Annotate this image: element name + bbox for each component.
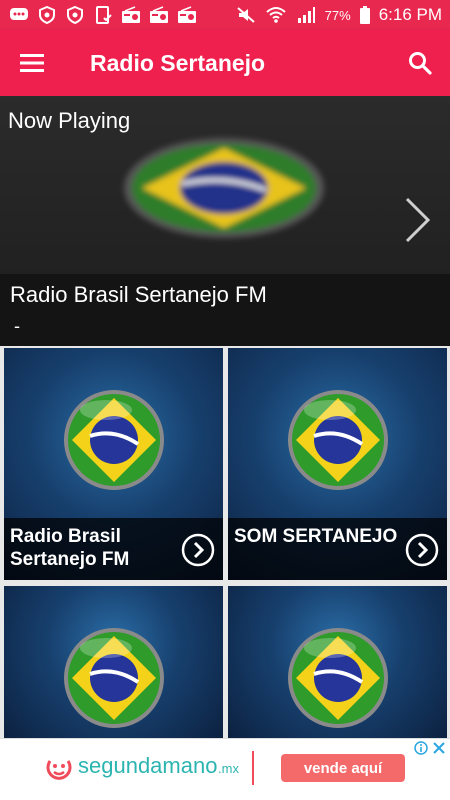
station-card[interactable] [228,586,447,738]
station-name: Radio Brasil Sertanejo FM [10,526,130,570]
menu-button[interactable] [0,30,64,96]
page-title: Radio Sertanejo [90,49,266,76]
brazil-flag-icon [64,628,164,728]
battery-percent: 77% [324,7,351,23]
signal-icon [295,6,317,24]
radio-icon [120,6,142,24]
search-icon [409,52,432,75]
now-playing-info: Radio Brasil Sertanejo FM - [0,274,450,346]
station-grid: Radio Brasil Sertanejo FM SOM SERTANEJO [0,346,450,738]
now-playing-label: Now Playing [8,108,131,133]
chevron-circle-right-icon[interactable] [405,533,439,567]
shield-icon [36,6,58,24]
info-icon[interactable] [414,741,428,755]
station-card-label: SOM SERTANEJO [228,518,447,580]
radio-icon [176,6,198,24]
station-card-label: Radio Brasil Sertanejo FM [4,518,223,580]
system-status: 77% 6:16 PM [235,5,442,25]
battery-icon [359,6,371,24]
clock: 6:16 PM [378,5,442,24]
smiley-logo-icon [46,760,72,780]
notification-icons [8,6,235,24]
chevron-right-icon[interactable] [402,196,432,244]
ad-cta-button[interactable]: vende aquí [281,754,405,782]
shield-icon [64,6,86,24]
station-card[interactable]: SOM SERTANEJO [228,348,447,580]
station-name: SOM SERTANEJO [234,526,398,547]
brazil-flag-icon [64,390,164,490]
close-icon[interactable] [432,741,446,755]
status-bar: 77% 6:16 PM [0,0,450,30]
hamburger-menu-icon [20,54,44,72]
now-playing-panel[interactable]: Now Playing Radio Brasil Sertanejo FM - [0,96,450,346]
station-card[interactable]: Radio Brasil Sertanejo FM [4,348,223,580]
brazil-flag-icon [288,628,388,728]
mute-icon [235,6,257,24]
now-playing-subtitle: - [14,316,20,336]
wifi-icon [265,6,287,24]
chat-icon [8,6,30,24]
now-playing-station: Radio Brasil Sertanejo FM [10,282,267,307]
ad-brand-name: segundamano [78,753,218,778]
app-bar: Radio Sertanejo [0,30,450,96]
search-button[interactable] [390,30,450,96]
station-card[interactable] [4,586,223,738]
chevron-circle-right-icon[interactable] [181,533,215,567]
ad-divider [252,751,254,785]
tablet-check-icon [92,6,114,24]
radio-icon [148,6,170,24]
ad-banner[interactable]: segundamano .mx vende aquí [0,738,450,800]
brazil-flag-icon [288,390,388,490]
ad-brand-tld: .mx [218,761,239,776]
